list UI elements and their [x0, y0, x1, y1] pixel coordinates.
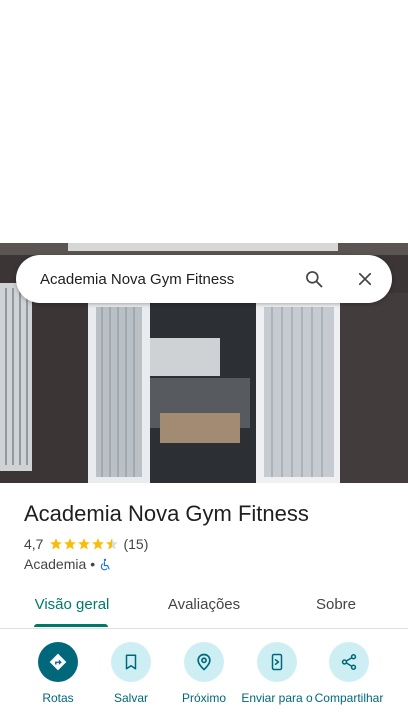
action-bar: Rotas Salvar Próximo Enviar para o Compa…	[0, 642, 408, 726]
separator-dot: •	[90, 556, 96, 572]
directions-icon	[38, 642, 78, 682]
bookmark-icon	[111, 642, 151, 682]
nearby-icon	[184, 642, 224, 682]
tab-reviews[interactable]: Avaliações	[154, 588, 254, 628]
tab-bar: Visão geral Avaliações Sobre	[0, 588, 408, 629]
active-tab-indicator	[34, 624, 108, 627]
wheelchair-accessible-icon	[100, 558, 110, 570]
nearby-label: Próximo	[181, 691, 226, 705]
save-label: Salvar	[113, 691, 148, 705]
tab-about[interactable]: Sobre	[300, 588, 372, 628]
review-count[interactable]: (15)	[123, 536, 148, 552]
share-button[interactable]: Compartilhar	[310, 642, 388, 706]
rating-row[interactable]: 4,7 (15)	[24, 536, 148, 552]
category-label: Academia	[24, 556, 87, 572]
share-icon	[329, 642, 369, 682]
save-button[interactable]: Salvar	[91, 642, 171, 706]
close-icon[interactable]	[353, 267, 377, 291]
place-title: Academia Nova Gym Fitness	[24, 501, 309, 526]
star-icon	[50, 538, 63, 550]
share-label: Compartilhar	[314, 691, 384, 705]
tab-overview[interactable]: Visão geral	[22, 588, 122, 628]
rating-value: 4,7	[24, 536, 44, 552]
star-icon	[92, 538, 105, 550]
star-half-icon	[106, 538, 119, 550]
directions-label: Rotas	[42, 691, 74, 705]
search-bar[interactable]: Academia Nova Gym Fitness	[16, 255, 392, 303]
directions-button[interactable]: Rotas	[18, 642, 98, 706]
search-icon[interactable]	[302, 267, 326, 291]
search-input[interactable]: Academia Nova Gym Fitness	[40, 271, 302, 288]
send-to-phone-button[interactable]: Enviar para o	[237, 642, 317, 706]
star-icon	[64, 538, 77, 550]
star-icon	[78, 538, 91, 550]
nearby-button[interactable]: Próximo	[164, 642, 244, 706]
star-rating	[49, 537, 119, 551]
category-row: Academia •	[24, 556, 112, 572]
send-to-phone-icon	[257, 642, 297, 682]
send-to-phone-label: Enviar para o	[241, 691, 313, 705]
